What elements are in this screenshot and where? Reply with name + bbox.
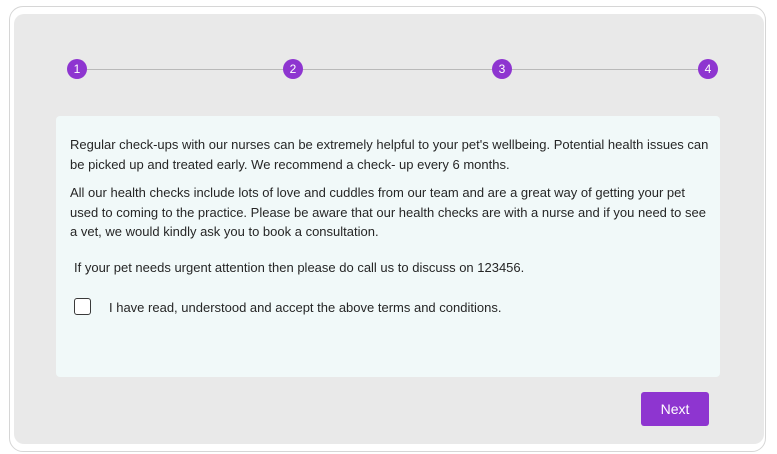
health-check-info-paragraph: All our health checks include lots of lo… xyxy=(70,185,706,239)
step-3-indicator[interactable]: 3 xyxy=(492,59,512,79)
next-button[interactable]: Next xyxy=(641,392,709,426)
urgent-contact-paragraph: If your pet needs urgent attention then … xyxy=(74,260,525,275)
stepper-track xyxy=(80,69,710,70)
checkup-info-paragraph: Regular check-ups with our nurses can be… xyxy=(70,137,709,172)
terms-checkbox[interactable] xyxy=(74,298,91,315)
step-1-indicator[interactable]: 1 xyxy=(67,59,87,79)
step-2-indicator[interactable]: 2 xyxy=(283,59,303,79)
step-4-indicator[interactable]: 4 xyxy=(698,59,718,79)
terms-checkbox-label: I have read, understood and accept the a… xyxy=(109,300,502,315)
